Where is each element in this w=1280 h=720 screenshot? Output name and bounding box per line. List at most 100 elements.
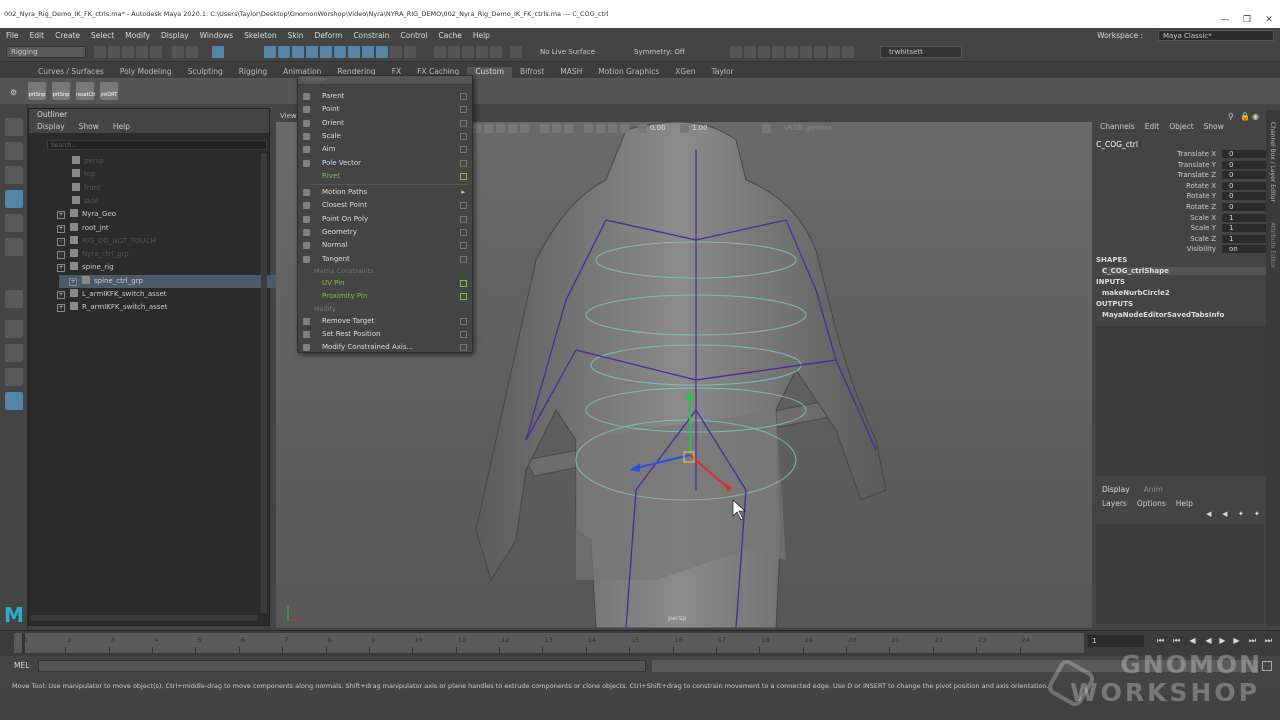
channel-attribute-row[interactable]: Rotate Y 0 xyxy=(1104,192,1272,203)
channel-menu-channels[interactable]: Channels xyxy=(1100,122,1135,131)
viewport-menu-view[interactable]: View xyxy=(280,112,297,120)
constrain-menu-item[interactable]: Rivet xyxy=(298,170,472,183)
outliner-menu-show[interactable]: Show xyxy=(79,121,99,133)
output-node[interactable]: MayaNodeEditorSavedTabsInfo xyxy=(1102,311,1272,319)
shelf-tab-custom[interactable]: Custom xyxy=(467,67,513,78)
constrain-menu-item[interactable]: Modify Constrained Axis... xyxy=(298,341,472,354)
exposure-icon[interactable] xyxy=(638,124,647,133)
select-tool-icon[interactable] xyxy=(5,118,23,136)
render-frame-icon[interactable] xyxy=(730,46,742,58)
move-layer-down-icon[interactable]: ◀ xyxy=(1222,510,1227,518)
xray-icon[interactable] xyxy=(596,124,605,133)
layer-menu-options[interactable]: Options xyxy=(1137,499,1166,508)
option-box-icon[interactable] xyxy=(460,202,467,210)
snap-icon-8[interactable] xyxy=(362,46,374,58)
construction-history-icon[interactable] xyxy=(476,46,488,58)
xray-joints-icon[interactable] xyxy=(608,124,617,133)
gamma-field[interactable]: 1.00 xyxy=(692,124,708,132)
channel-attribute-row[interactable]: Translate Y 0 xyxy=(1104,160,1272,172)
symmetry-label[interactable]: Symmetry: Off xyxy=(634,48,685,56)
time-slider-bar[interactable]: 1 2 3 4 5 6 7 8 9 10 11 12 13 14 15 16 17 18 19 20 21 22 23 24 xyxy=(14,633,1084,653)
outliner-search-input[interactable]: Search... xyxy=(47,140,267,150)
channel-attribute-row[interactable]: Rotate Z 0 xyxy=(1104,203,1272,214)
outliner-item[interactable]: + Nyra_ctrl_grp xyxy=(47,248,267,261)
attribute-value[interactable]: on xyxy=(1222,245,1270,254)
option-box-icon[interactable] xyxy=(460,293,467,301)
paint-select-tool-icon[interactable] xyxy=(5,166,23,184)
option-box-icon[interactable] xyxy=(460,330,467,338)
current-frame-field[interactable]: 1 xyxy=(1088,635,1144,647)
constrain-menu-item[interactable]: Aim xyxy=(298,143,472,156)
lock-icon[interactable] xyxy=(390,46,402,58)
channel-attribute-row[interactable]: Scale Z 1 xyxy=(1104,234,1272,246)
snap-point-icon[interactable] xyxy=(292,46,304,58)
attribute-value[interactable]: 0 xyxy=(1222,203,1270,211)
expand-icon[interactable]: + xyxy=(57,251,65,260)
expand-icon[interactable]: + xyxy=(57,224,65,233)
channel-attribute-row[interactable]: Scale X 1 xyxy=(1104,213,1272,225)
last-tool-icon[interactable] xyxy=(5,290,23,308)
redo-icon[interactable] xyxy=(150,46,162,58)
colorspace-dropdown[interactable]: sRGB gamma xyxy=(784,124,832,132)
gamma-icon[interactable] xyxy=(680,124,689,133)
channel-menu-edit[interactable]: Edit xyxy=(1145,122,1160,131)
step-forward-key-icon[interactable]: ⏭ xyxy=(1248,636,1257,645)
snap-icon-9[interactable] xyxy=(376,46,388,58)
attribute-value[interactable]: 0 xyxy=(1222,181,1270,190)
shelf-tool-jntort[interactable]: jntORT xyxy=(100,82,118,100)
play-forwards-icon[interactable]: ▶ xyxy=(1218,636,1227,645)
constrain-menu-item[interactable]: Set Rest Position xyxy=(298,328,472,341)
outliner-item[interactable]: top xyxy=(47,168,267,181)
move-layer-up-icon[interactable]: ◀ xyxy=(1206,510,1211,518)
lights-icon[interactable] xyxy=(508,124,517,133)
option-box-icon[interactable] xyxy=(460,255,467,263)
expand-icon[interactable]: + xyxy=(57,291,65,299)
snap-curve-icon[interactable] xyxy=(278,46,290,58)
channel-attribute-row[interactable]: Visibility on xyxy=(1104,245,1272,256)
shadows-icon[interactable] xyxy=(520,124,529,133)
expand-icon[interactable]: + xyxy=(57,264,65,273)
lock-icon[interactable]: 🔒 xyxy=(1240,112,1250,121)
channel-attribute-row[interactable]: Scale Y 1 xyxy=(1104,224,1272,235)
outliner-item[interactable]: + L_armIKFK_switch_asset xyxy=(47,288,267,301)
attribute-value[interactable]: 1 xyxy=(1222,224,1270,233)
select-hierarchy-icon[interactable] xyxy=(172,46,184,58)
menu-skin[interactable]: Skin xyxy=(288,31,304,40)
shelf-tab-xgen[interactable]: XGen xyxy=(667,67,703,78)
color-management-icon[interactable] xyxy=(762,124,771,133)
constrain-menu-item[interactable]: Point xyxy=(298,103,472,116)
attribute-value[interactable]: 1 xyxy=(1222,213,1270,222)
option-box-icon[interactable] xyxy=(460,146,467,154)
menu-skeleton[interactable]: Skeleton xyxy=(244,31,276,40)
snap-icon-7[interactable] xyxy=(348,46,360,58)
new-scene-icon[interactable] xyxy=(94,46,106,58)
option-box-icon[interactable] xyxy=(460,229,467,236)
search-icon[interactable]: ⚲ xyxy=(1228,112,1234,121)
option-box-icon[interactable] xyxy=(460,119,467,127)
expand-icon[interactable]: + xyxy=(69,277,77,286)
select-object-icon[interactable] xyxy=(186,46,198,58)
pin-icon[interactable]: ◉ xyxy=(1252,112,1259,121)
shelf-tab-mash[interactable]: MASH xyxy=(552,67,590,78)
open-scene-icon[interactable] xyxy=(108,46,120,58)
step-back-frame-icon[interactable]: ◀ xyxy=(1188,636,1197,645)
live-surface-icon[interactable] xyxy=(510,46,522,58)
snap-view-plane-icon[interactable] xyxy=(306,46,318,58)
outliner-item[interactable]: side xyxy=(47,195,267,208)
menu-select[interactable]: Select xyxy=(91,31,114,40)
menu-windows[interactable]: Windows xyxy=(200,31,233,40)
shelf-tab-rigging[interactable]: Rigging xyxy=(231,67,275,78)
close-icon[interactable]: ✕ xyxy=(1258,0,1280,28)
menu-deform[interactable]: Deform xyxy=(315,31,343,40)
outliner-menu-help[interactable]: Help xyxy=(113,121,130,133)
shelf-tab-poly-modeling[interactable]: Poly Modeling xyxy=(112,67,180,78)
live-surface-label[interactable]: No Live Surface xyxy=(540,48,595,56)
arnold-icon[interactable] xyxy=(814,46,826,58)
ao-icon[interactable] xyxy=(540,124,549,133)
save-scene-icon[interactable] xyxy=(122,46,134,58)
shelf-tab-taylor[interactable]: Taylor xyxy=(704,67,742,78)
history-icon[interactable] xyxy=(434,46,446,58)
play-backwards-icon[interactable]: ◀ xyxy=(1204,636,1213,645)
new-layer-icon[interactable]: ✦ xyxy=(1238,510,1244,518)
menu-help[interactable]: Help xyxy=(473,31,490,40)
